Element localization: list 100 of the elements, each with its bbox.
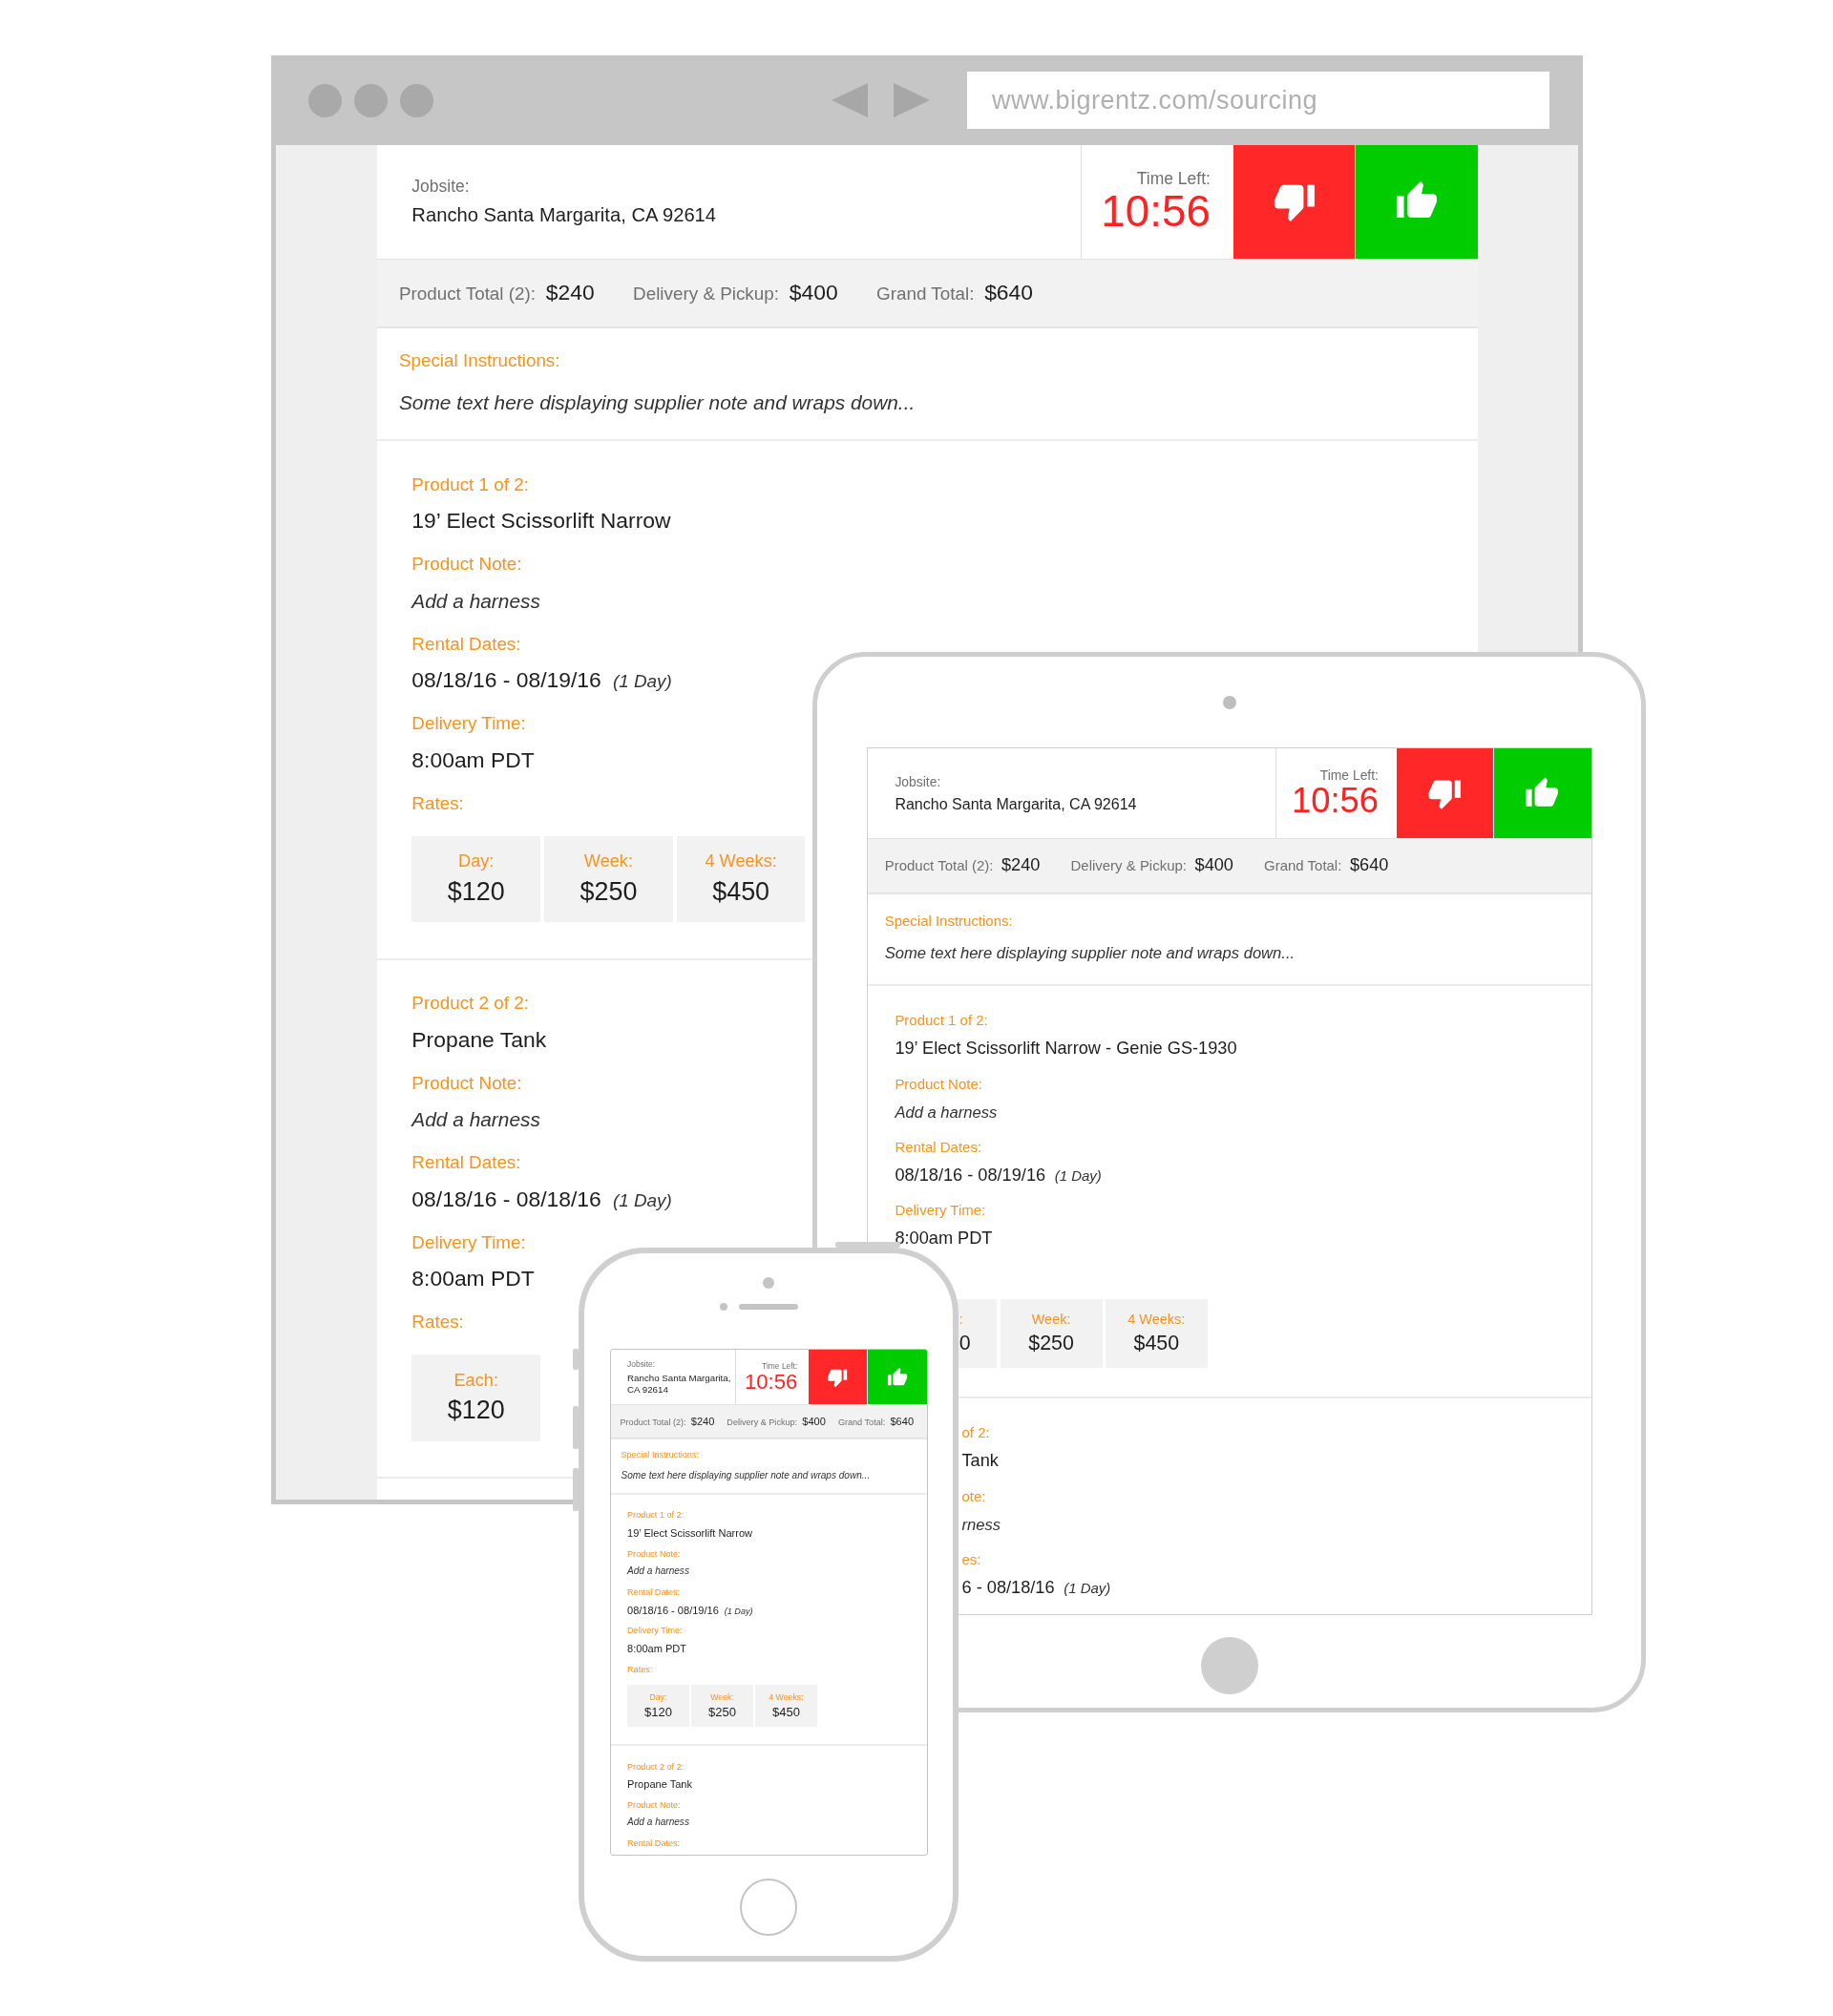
countdown-timer: 10:56: [1101, 188, 1211, 235]
total-label: Product Total (2):: [620, 1418, 686, 1428]
side-button[interactable]: [573, 1349, 579, 1370]
accept-button[interactable]: [867, 1350, 927, 1405]
home-button[interactable]: [740, 1879, 797, 1936]
total-label: Delivery & Pickup:: [633, 284, 779, 305]
sensor-dot: [720, 1303, 727, 1311]
back-arrow-icon[interactable]: [832, 83, 868, 117]
side-button[interactable]: [573, 1468, 579, 1511]
instructions-label: Special Instructions:: [621, 1449, 700, 1462]
field-label: Product Note:: [895, 1074, 982, 1094]
product-name: 19’ Elect Scissorlift Narrow: [411, 507, 671, 536]
field-label: Rental Dates:: [895, 1137, 982, 1157]
instructions-text: Some text here displaying supplier note and wraps down...: [398, 390, 916, 414]
total-value: $240: [690, 1416, 715, 1428]
total-value: $240: [1001, 855, 1041, 876]
accept-button[interactable]: [1493, 748, 1591, 839]
duration-note: (1 Day): [1064, 1579, 1111, 1596]
reject-button[interactable]: [1397, 748, 1494, 839]
total-value: $400: [789, 280, 838, 306]
total-label: Grand Total:: [1264, 857, 1342, 874]
rate-label: Week:: [710, 1692, 734, 1703]
total-label: Product Total (2):: [884, 857, 994, 874]
rate-price: $250: [579, 876, 638, 907]
product-heading: Product 2 of 2:: [627, 1760, 685, 1774]
field-value: 8:00am PDT: [895, 1228, 993, 1250]
rate-price: $450: [771, 1704, 800, 1719]
duration-note: (1 Day): [612, 671, 672, 693]
field-label: Rental Dates:: [627, 1838, 681, 1851]
rate-price: $250: [708, 1704, 736, 1719]
jobsite-address: Rancho Santa Margarita, CA 92614: [411, 204, 718, 227]
power-button[interactable]: [835, 1242, 900, 1248]
side-button[interactable]: [573, 1406, 579, 1449]
field-label: es:: [961, 1550, 981, 1570]
field-label: Product Note:: [411, 553, 522, 577]
field-value: 8:00am PDT: [627, 1641, 687, 1656]
instructions-text: Some text here displaying supplier note and wraps down...: [884, 944, 1296, 964]
total-value: $640: [1349, 855, 1389, 876]
countdown-timer: 10:56: [1291, 783, 1379, 820]
rate-label: Day:: [458, 851, 495, 872]
rate-label: 4 Weeks:: [769, 1692, 804, 1703]
thumbs-up-icon: [886, 1366, 908, 1388]
field-value: Add a harness: [411, 1107, 540, 1133]
speaker-grille: [739, 1304, 798, 1310]
field-label: Rental Dates:: [411, 1151, 521, 1175]
rate-label: Week:: [583, 851, 633, 872]
field-label: Delivery Time:: [627, 1625, 683, 1638]
field-label: Delivery Time:: [895, 1201, 986, 1221]
field-label: Delivery Time:: [411, 712, 526, 736]
field-value: Add a harness: [895, 1102, 998, 1124]
instructions-label: Special Instructions:: [884, 911, 1014, 931]
total-label: Grand Total:: [837, 1418, 886, 1428]
rate-label: Week:: [1031, 1312, 1071, 1328]
instructions-text: Some text here displaying supplier note and wraps down...: [621, 1469, 872, 1480]
camera-dot: [1222, 696, 1236, 709]
total-label: Delivery & Pickup:: [1070, 857, 1187, 874]
field-label: Product Note:: [627, 1798, 681, 1812]
jobsite-label: Jobsite:: [895, 773, 942, 789]
product-name: Propane Tank: [411, 1025, 547, 1054]
window-dot[interactable]: [308, 83, 342, 117]
rate-price: $450: [1133, 1331, 1180, 1355]
window-dot[interactable]: [400, 83, 433, 117]
product-name: Tank: [961, 1450, 999, 1473]
product-heading: of 2:: [961, 1423, 990, 1443]
duration-note: (1 Day): [612, 1189, 672, 1211]
rate-price: 0: [959, 1331, 971, 1355]
field-label: Product Note:: [411, 1071, 522, 1095]
total-value: $400: [802, 1416, 826, 1428]
field-value: 08/18/16 - 08/19/16: [895, 1164, 1046, 1186]
total-label: Grand Total:: [876, 284, 975, 305]
rate-price: $120: [447, 1396, 505, 1426]
jobsite-address: Rancho Santa Margarita, CA 92614: [627, 1373, 732, 1395]
field-value: 8:00am PDT: [411, 1265, 535, 1293]
rate-price: $120: [644, 1704, 672, 1719]
camera-dot: [763, 1277, 774, 1289]
address-field[interactable]: www.bigrentz.com/sourcing: [967, 72, 1549, 129]
field-label: Rental Dates:: [627, 1586, 681, 1599]
reject-button[interactable]: [1233, 145, 1357, 259]
product-heading: Product 1 of 2:: [411, 472, 529, 496]
time-left-label: Time Left:: [762, 1361, 798, 1371]
reject-button[interactable]: [809, 1350, 868, 1405]
field-value: rness: [961, 1514, 1001, 1536]
field-label: Product Note:: [627, 1547, 681, 1561]
rates-label: Rates:: [411, 791, 464, 815]
field-value: 08/18/16 - 08/18/16: [411, 1185, 601, 1213]
total-value: $640: [984, 280, 1034, 306]
rate-label: :: [959, 1312, 963, 1328]
rate-price: $120: [447, 876, 505, 907]
accept-button[interactable]: [1356, 145, 1478, 259]
jobsite-label: Jobsite:: [411, 177, 471, 198]
rate-label: 4 Weeks:: [1127, 1312, 1186, 1328]
instructions-label: Special Instructions:: [398, 349, 561, 373]
window-dot[interactable]: [354, 83, 388, 117]
field-label: Rental Dates:: [411, 632, 521, 656]
rate-label: Day:: [649, 1692, 667, 1703]
jobsite-address: Rancho Santa Margarita, CA 92614: [895, 795, 1138, 813]
jobsite-label: Jobsite:: [627, 1359, 657, 1370]
field-label: ote:: [961, 1486, 986, 1506]
forward-arrow-icon[interactable]: [894, 83, 930, 117]
field-value: 8:00am PDT: [411, 746, 535, 774]
